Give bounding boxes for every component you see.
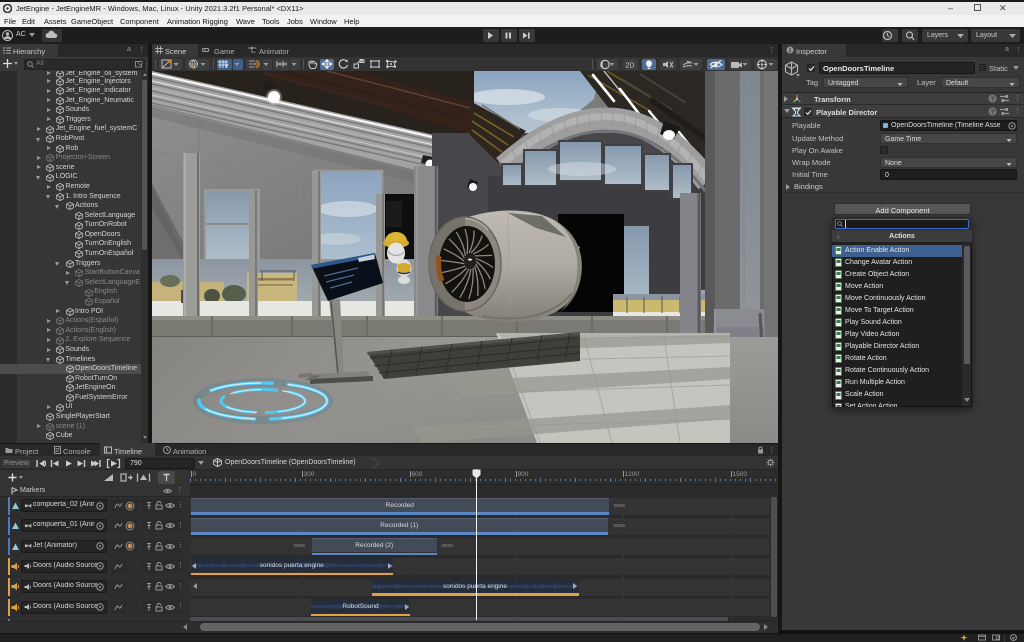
svg-text:2D: 2D (626, 62, 635, 69)
svg-text:?: ? (991, 109, 995, 116)
svg-text:?: ? (991, 96, 995, 103)
svg-text:Y: Y (225, 64, 229, 69)
